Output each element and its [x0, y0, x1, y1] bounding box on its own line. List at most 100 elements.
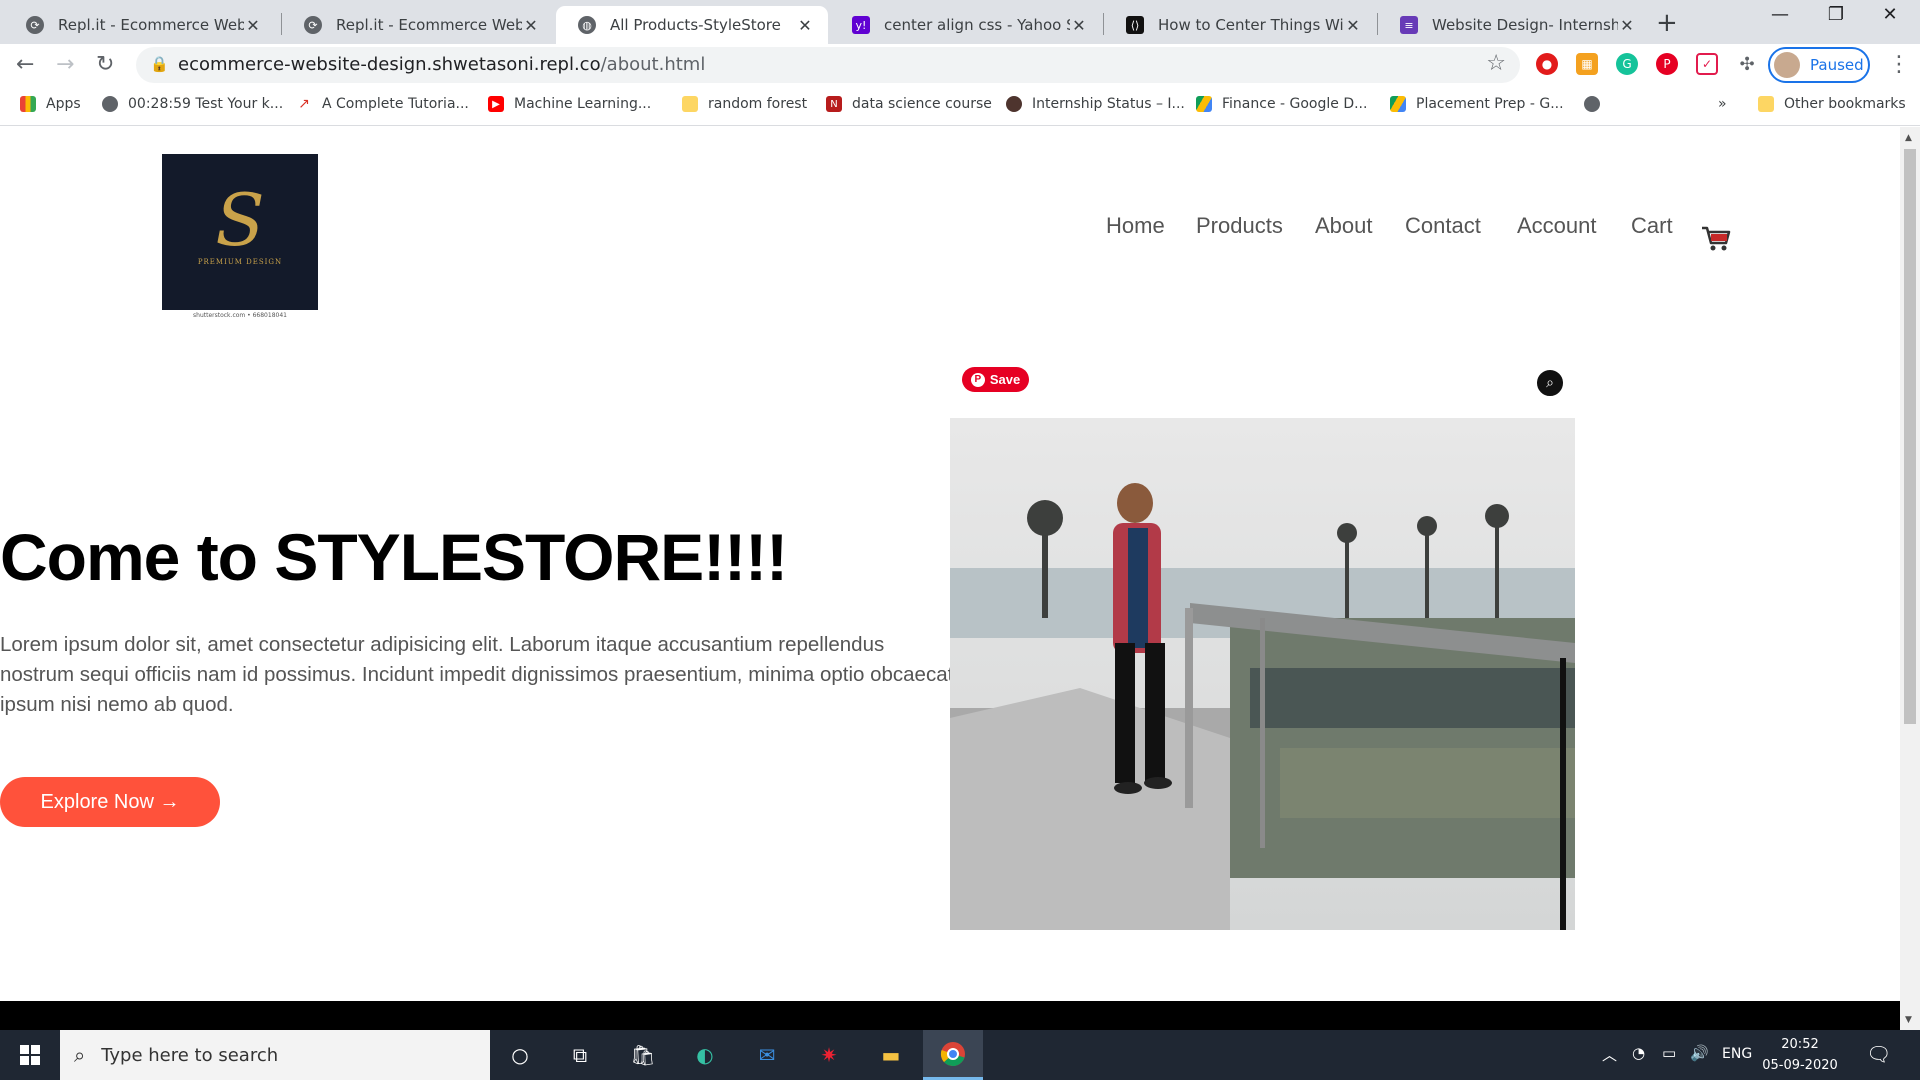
close-icon[interactable]: ✕ [1344, 16, 1362, 35]
file-explorer-icon[interactable]: ▬ [861, 1030, 921, 1080]
stylestore-logo[interactable]: S PREMIUM DESIGN [162, 154, 318, 310]
other-bookmarks[interactable]: Other bookmarks [1758, 96, 1906, 112]
store-icon[interactable]: 🛍 [613, 1030, 673, 1080]
chrome-logo-icon [940, 1041, 965, 1066]
taskbar-search[interactable]: ⌕ Type here to search [60, 1030, 490, 1080]
chrome-icon[interactable] [923, 1030, 983, 1080]
bookmark-item[interactable]: ↗ A Complete Tutoria... [296, 96, 469, 112]
close-window-button[interactable]: ✕ [1860, 4, 1920, 25]
volume-icon[interactable]: 🔊 [1690, 1044, 1709, 1062]
address-bar[interactable]: 🔒 ecommerce-website-design.shwetasoni.re… [136, 47, 1520, 83]
bookmark-item[interactable]: Finance - Google D... [1196, 96, 1367, 112]
bookmark-item[interactable]: ▶ Machine Learning... [488, 96, 651, 112]
close-icon[interactable]: ✕ [244, 16, 262, 35]
adblock-icon[interactable]: ● [1536, 53, 1558, 75]
page-viewport: S PREMIUM DESIGN shutterstock.com • 6680… [0, 127, 1900, 1000]
url-text[interactable]: ecommerce-website-design.shwetasoni.repl… [178, 54, 705, 75]
globe-icon [102, 96, 118, 112]
pocket-icon[interactable]: ✓ [1696, 53, 1718, 75]
scrollbar-thumb[interactable] [1904, 149, 1916, 724]
bookmark-star-icon[interactable]: ☆ [1486, 51, 1506, 76]
restore-button[interactable]: ❐ [1806, 4, 1866, 25]
browser-tab[interactable]: ≡ Website Design- Internship F ✕ [1378, 6, 1650, 44]
close-icon[interactable]: ✕ [1070, 16, 1088, 35]
language-indicator[interactable]: ENG [1722, 1046, 1752, 1062]
notification-icon[interactable]: 🗨 [1866, 1042, 1891, 1066]
browser-tab[interactable]: ⟳ Repl.it - Ecommerce Website ✕ [4, 6, 276, 44]
close-icon[interactable]: ✕ [522, 16, 540, 35]
browser-toolbar: ← → ↻ 🔒 ecommerce-website-design.shwetas… [0, 44, 1920, 86]
nav-cart[interactable]: Cart [1631, 213, 1673, 239]
new-tab-button[interactable]: + [1656, 8, 1678, 38]
mail-icon[interactable]: ✉ [737, 1030, 797, 1080]
forward-icon[interactable]: → [56, 52, 74, 77]
bookmarks-overflow[interactable]: » [1718, 96, 1727, 112]
tray-chevron-icon[interactable]: ︿ [1602, 1044, 1617, 1065]
close-icon[interactable]: ✕ [1618, 16, 1636, 35]
clock-date: 05-09-2020 [1762, 1058, 1838, 1073]
browser-tab[interactable]: ⟳ Repl.it - Ecommerce Website ✕ [282, 6, 554, 44]
replit-icon: ⟳ [304, 16, 322, 34]
extensions-puzzle-icon[interactable]: ✣ [1736, 53, 1758, 75]
profile-status: Paused [1810, 56, 1864, 74]
antivirus-icon[interactable]: ✷ [799, 1030, 859, 1080]
bookmark-item[interactable]: Placement Prep - G... [1390, 96, 1564, 112]
nav-about[interactable]: About [1315, 213, 1373, 239]
cortana-icon[interactable]: ○ [490, 1030, 550, 1080]
nav-account[interactable]: Account [1517, 213, 1597, 239]
browser-tab[interactable]: y! center align css - Yahoo Sear ✕ [830, 6, 1102, 44]
menu-kebab-icon[interactable]: ⋮ [1888, 52, 1910, 77]
nav-home[interactable]: Home [1106, 213, 1165, 239]
hero-image [950, 418, 1575, 930]
bookmark-item[interactable]: Internship Status – I... [1006, 96, 1185, 112]
globe-icon [1584, 96, 1600, 112]
pinterest-save-button[interactable]: P Save [962, 367, 1029, 392]
battery-icon[interactable]: ▭ [1662, 1044, 1676, 1062]
extension-grid-icon[interactable]: ▦ [1576, 53, 1598, 75]
bookmarks-bar: Apps 00:28:59 Test Your k... ↗ A Complet… [0, 86, 1920, 126]
explore-now-button[interactable]: Explore Now → [0, 777, 220, 827]
bookmark-apps[interactable]: Apps [20, 96, 81, 112]
minimize-button[interactable]: — [1750, 4, 1810, 25]
profile-button[interactable]: Paused [1768, 47, 1870, 83]
logo-caption: shutterstock.com • 668018041 [193, 312, 287, 319]
globe-icon: ◍ [578, 16, 596, 34]
back-icon[interactable]: ← [16, 52, 34, 77]
system-clock[interactable]: 20:52 05-09-2020 [1760, 1034, 1840, 1076]
close-icon[interactable]: ✕ [796, 16, 814, 35]
reload-icon[interactable]: ↻ [96, 52, 114, 77]
tab-title: Repl.it - Ecommerce Website [58, 16, 244, 34]
nav-products[interactable]: Products [1196, 213, 1283, 239]
scroll-up-icon[interactable]: ▲ [1905, 133, 1912, 143]
browser-tab[interactable]: ⟨⟩ How to Center Things With S ✕ [1104, 6, 1376, 44]
task-view-icon[interactable]: ⧉ [550, 1030, 610, 1080]
replit-icon: ⟳ [26, 16, 44, 34]
bookmark-item[interactable] [1584, 96, 1610, 112]
browser-tab-active[interactable]: ◍ All Products-StyleStore ✕ [556, 6, 828, 44]
hero-title: Come to STYLESTORE!!!! [0, 520, 788, 594]
page-footer-strip [0, 1001, 1900, 1030]
bookmark-label: Placement Prep - G... [1416, 96, 1564, 112]
scroll-down-icon[interactable]: ▼ [1905, 1015, 1912, 1025]
clock-time: 20:52 [1781, 1037, 1819, 1052]
nav-contact[interactable]: Contact [1405, 213, 1481, 239]
drive-icon [1196, 96, 1212, 112]
start-button[interactable] [0, 1030, 60, 1080]
grammarly-icon[interactable]: G [1616, 53, 1638, 75]
form-icon: ≡ [1400, 16, 1418, 34]
logo-monogram: S [215, 178, 265, 262]
bookmark-item[interactable]: 00:28:59 Test Your k... [102, 96, 283, 112]
bookmark-item[interactable]: random forest [682, 96, 807, 112]
tab-title: Website Design- Internship F [1432, 16, 1618, 34]
drive-icon [1390, 96, 1406, 112]
visual-search-icon[interactable]: ⌕ [1535, 368, 1565, 398]
logo-brand-text: PREMIUM DESIGN [197, 258, 283, 266]
bookmark-label: random forest [708, 96, 808, 112]
page-scrollbar[interactable]: ▲ ▼ [1900, 127, 1920, 1030]
youtube-icon: ▶ [488, 96, 504, 112]
wifi-icon[interactable]: ◔ [1632, 1044, 1645, 1062]
cart-icon[interactable] [1700, 222, 1732, 254]
edge-icon[interactable]: ◐ [675, 1030, 735, 1080]
bookmark-item[interactable]: N data science course [826, 96, 992, 112]
pinterest-icon[interactable]: P [1656, 53, 1678, 75]
